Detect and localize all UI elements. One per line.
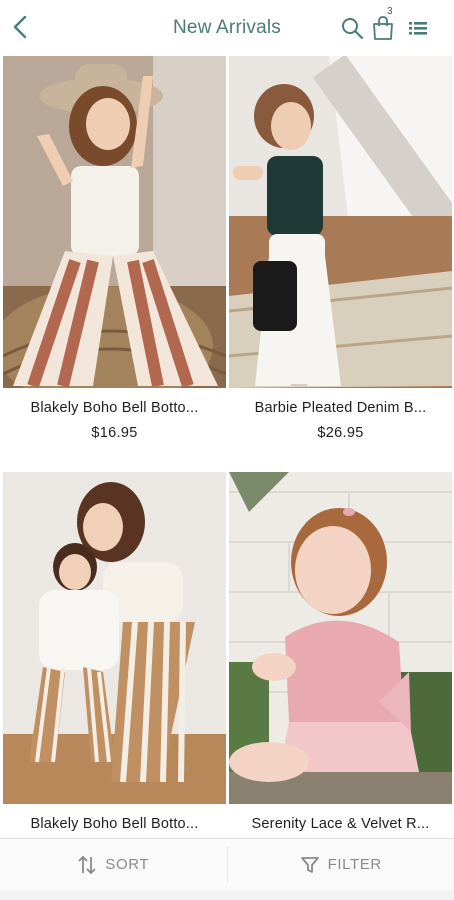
product-price: $26.95 [317,425,364,441]
product-image[interactable] [3,472,226,804]
filter-icon [300,856,319,873]
product-name[interactable]: Blakely Boho Bell Botto... [3,816,226,832]
product-image[interactable] [229,56,452,388]
filter-label: FILTER [327,856,382,873]
product-card[interactable]: Blakely Boho Bell Botto... $16.95 [3,56,226,441]
filter-button[interactable]: FILTER [228,839,454,890]
product-name[interactable]: Blakely Boho Bell Botto... [3,400,226,416]
sort-icon [78,855,96,874]
cart-count-badge: 3 [387,6,393,17]
app-header: New Arrivals 3 [0,0,454,56]
product-card[interactable]: Serenity Lace & Velvet R... [229,472,452,832]
cart-button[interactable] [369,14,397,42]
search-icon [342,18,364,40]
product-image[interactable] [3,56,226,388]
search-button[interactable] [338,14,366,42]
product-card[interactable]: Barbie Pleated Denim B... $26.95 [229,56,452,441]
product-name[interactable]: Barbie Pleated Denim B... [229,400,452,416]
list-menu-icon [409,22,427,35]
sort-button[interactable]: SORT [0,839,227,890]
sort-label: SORT [105,856,150,873]
sort-filter-bar: SORT FILTER [0,838,454,890]
menu-button[interactable] [404,14,432,42]
product-image[interactable] [229,472,452,804]
product-name[interactable]: Serenity Lace & Velvet R... [229,816,452,832]
product-card[interactable]: Blakely Boho Bell Botto... [3,472,226,832]
shopping-bag-icon [373,16,393,40]
product-price: $16.95 [91,425,138,441]
bottom-spacer [0,890,454,900]
